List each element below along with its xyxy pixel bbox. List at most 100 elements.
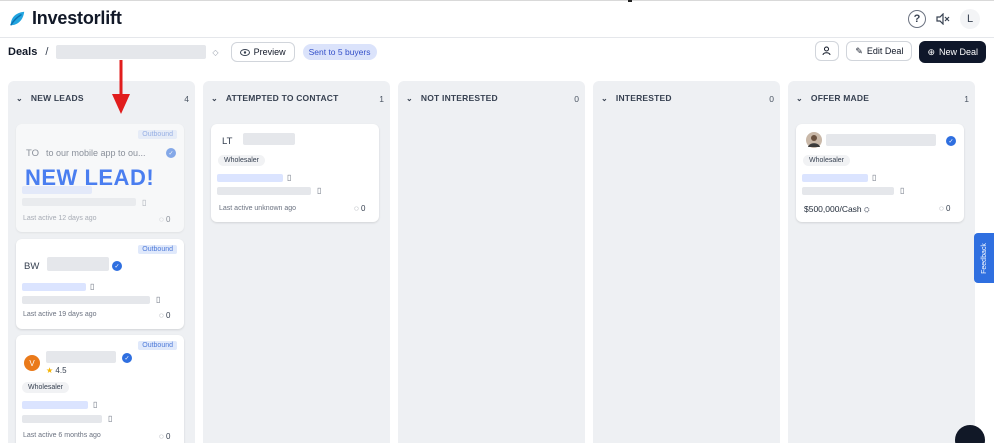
outbound-badge: Outbound [138, 341, 177, 350]
app-name: Investorlift [32, 8, 122, 28]
copy-icon[interactable]: ▯ [287, 173, 291, 182]
phone-redacted [22, 401, 88, 409]
user-icon [822, 46, 831, 56]
lead-initials: LT [222, 136, 233, 147]
user-avatar[interactable]: L [960, 9, 980, 29]
plus-circle-icon: ⊕ [927, 46, 935, 57]
column-interested: ⌄ INTERESTED 0 [593, 81, 780, 443]
column-title: NOT INTERESTED [420, 93, 498, 103]
preview-button[interactable]: Preview [230, 42, 295, 62]
verified-icon: ✓ [122, 353, 132, 363]
cash-icon: ⛭ [864, 207, 870, 214]
lead-card[interactable]: Outbound BW ✓ ▯ ▯ Last active 19 days ag… [16, 239, 184, 329]
eye-icon [239, 48, 250, 56]
comment-count: ◌ 0 [939, 204, 951, 213]
column-header[interactable]: ⌄ INTERESTED [593, 81, 780, 115]
column-count: 0 [769, 94, 774, 104]
column-not-interested: ⌄ NOT INTERESTED 0 [398, 81, 585, 443]
offer-price: $500,000/Cash ⛭ [804, 204, 870, 214]
comment-count: ◌ 0 [159, 311, 171, 320]
chevron-down-icon: ⌄ [601, 93, 608, 103]
lead-name-redacted [46, 351, 116, 363]
new-deal-button[interactable]: ⊕ New Deal [919, 41, 986, 63]
column-count: 4 [184, 94, 189, 104]
feedback-tab[interactable]: Feedback [974, 233, 994, 283]
lead-initials: BW [24, 261, 40, 272]
email-redacted [802, 187, 894, 195]
chevron-down-icon: ⌄ [16, 93, 23, 103]
help-button[interactable]: ? [908, 10, 926, 28]
email-redacted [22, 296, 150, 304]
lead-card[interactable]: LT Wholesaler ▯ ▯ Last active unknown ag… [211, 124, 379, 222]
buyer-name-redacted [826, 134, 936, 146]
chevron-down-icon: ⌄ [211, 93, 218, 103]
annotation-arrow-icon [112, 60, 130, 114]
copy-icon[interactable]: ▯ [90, 282, 94, 291]
buyer-avatar [806, 132, 822, 148]
logo-leaf-icon [10, 11, 25, 26]
copy-icon[interactable]: ▯ [108, 414, 112, 423]
column-count: 0 [574, 94, 579, 104]
sent-badge[interactable]: Sent to 5 buyers [302, 44, 377, 60]
column-header[interactable]: ⌄ ATTEMPTED TO CONTACT [203, 81, 390, 115]
column-count: 1 [964, 94, 969, 104]
copy-icon[interactable]: ▯ [142, 198, 146, 207]
column-attempted: ⌄ ATTEMPTED TO CONTACT 1 LT Wholesaler ▯ … [203, 81, 390, 443]
deal-actions: ✎ Edit Deal ⊕ New Deal [815, 41, 986, 63]
column-count: 1 [379, 94, 384, 104]
header-actions: ? L [908, 9, 980, 29]
outbound-badge: Outbound [138, 245, 177, 254]
column-offer-made: ⌄ OFFER MADE 1 ✓ Wholesaler ▯ ▯ $500,000/… [788, 81, 975, 443]
copy-icon[interactable]: ▯ [900, 186, 904, 195]
question-circle-icon: ? [913, 13, 921, 25]
role-tag: Wholesaler [22, 382, 70, 393]
copy-icon[interactable]: ▯ [872, 173, 876, 182]
comment-icon: ◌ [159, 432, 164, 441]
last-active: Last active unknown ago [219, 205, 297, 212]
copy-icon[interactable]: ▯ [93, 400, 97, 409]
lead-name: to our mobile app to ou... [46, 148, 146, 158]
lead-card[interactable]: ✓ Wholesaler ▯ ▯ $500,000/Cash ⛭ ◌ 0 [796, 124, 964, 222]
verified-icon: ✓ [112, 261, 122, 271]
comment-icon: ◌ [354, 204, 359, 213]
column-title: OFFER MADE [810, 93, 870, 103]
edit-deal-label: Edit Deal [866, 46, 904, 56]
comment-count: ◌ 0 [159, 215, 171, 224]
lead-card[interactable]: Outbound V ✓ ★ 4.5 Wholesaler ▯ ▯ Last a… [16, 335, 184, 443]
column-header[interactable]: ⌄ NOT INTERESTED [398, 81, 585, 115]
copy-icon[interactable]: ▯ [156, 295, 160, 304]
comment-count: ◌ 0 [354, 204, 366, 213]
column-header[interactable]: ⌄ NEW LEADS [8, 81, 195, 115]
lead-initials: TO [26, 148, 40, 159]
last-active: Last active 6 months ago [23, 432, 101, 439]
star-icon: ★ [46, 366, 54, 375]
lead-avatar: V [24, 355, 40, 371]
role-tag: Wholesaler [803, 155, 851, 166]
deal-name-redacted[interactable] [56, 45, 207, 59]
last-active: Last active 12 days ago [23, 215, 97, 222]
column-new-leads: ⌄ NEW LEADS 4 Outbound TO to our mobile a… [8, 81, 195, 443]
verified-icon: ✓ [946, 136, 956, 146]
email-redacted [22, 198, 136, 206]
chat-launcher-icon[interactable] [955, 425, 985, 443]
column-header[interactable]: ⌄ OFFER MADE [788, 81, 975, 115]
phone-redacted [22, 283, 86, 291]
lead-name-redacted [47, 257, 109, 271]
kanban-board: ⌄ NEW LEADS 4 Outbound TO to our mobile a… [8, 81, 978, 443]
assign-user-button[interactable] [815, 41, 840, 61]
breadcrumb-deals[interactable]: Deals [8, 46, 37, 58]
speaker-mute-icon[interactable] [936, 13, 950, 25]
role-tag: Wholesaler [218, 155, 266, 166]
select-chevron-icon[interactable]: ◇ [212, 48, 218, 57]
preview-label: Preview [253, 47, 286, 57]
app-header: Investorlift ? L [0, 0, 994, 38]
email-redacted [217, 187, 311, 195]
chevron-down-icon: ⌄ [406, 93, 413, 103]
edit-deal-button[interactable]: ✎ Edit Deal [846, 41, 913, 61]
comment-count: ◌ 0 [159, 432, 171, 441]
new-deal-label: New Deal [938, 47, 978, 57]
copy-icon[interactable]: ▯ [317, 186, 321, 195]
outbound-badge: Outbound [138, 130, 177, 139]
new-lead-overlay: NEW LEAD! [25, 165, 155, 190]
feedback-label: Feedback [980, 242, 988, 274]
